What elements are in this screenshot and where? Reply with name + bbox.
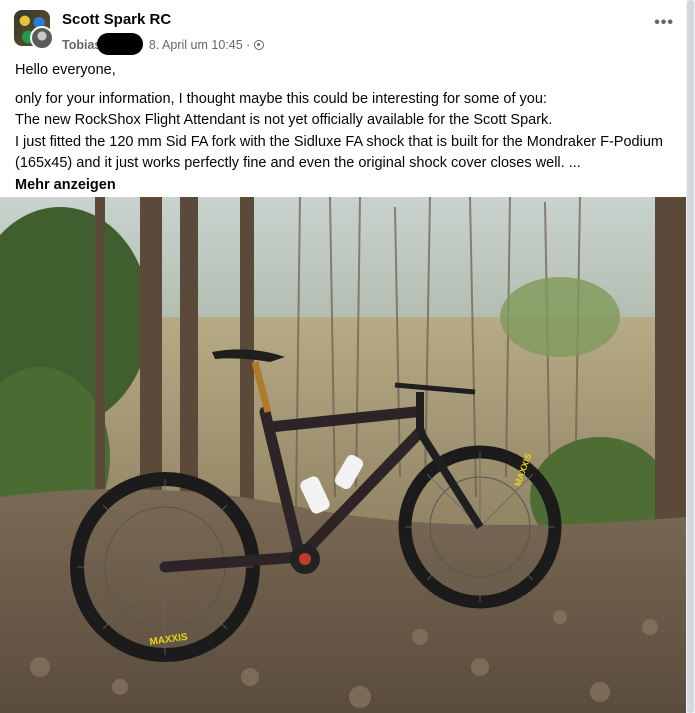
post-greeting: Hello everyone, (15, 62, 116, 78)
post-line: The new RockShox Flight Attendant is not… (15, 112, 553, 128)
author-link[interactable]: Tobias (62, 38, 101, 52)
timestamp-link[interactable]: 8. April um 10:45 (149, 38, 243, 52)
post-line: I just fitted the 120 mm Sid FA fork wit… (15, 133, 663, 172)
post-header: Scott Spark RC Tobias 8. April um 10:45 … (14, 10, 674, 55)
avatar[interactable] (14, 10, 54, 50)
see-more-link[interactable]: Mehr anzeigen (15, 177, 116, 193)
post-meta: Tobias 8. April um 10:45 · (62, 33, 264, 55)
scrollbar[interactable] (686, 0, 695, 713)
more-options-icon[interactable]: ••• (654, 15, 674, 31)
post-card: Scott Spark RC Tobias 8. April um 10:45 … (0, 0, 686, 713)
post-photo[interactable]: MAXXIS MAXXIS (0, 197, 686, 713)
post-body: Hello everyone, only for your informatio… (15, 60, 675, 196)
scrollbar-thumb[interactable] (687, 0, 694, 713)
post-line: only for your information, I thought may… (15, 90, 547, 107)
meta-separator: · (246, 38, 251, 52)
globe-icon (253, 40, 264, 50)
user-avatar[interactable] (30, 26, 54, 50)
group-name-link[interactable]: Scott Spark RC (62, 11, 171, 28)
redaction-mark (97, 33, 144, 55)
